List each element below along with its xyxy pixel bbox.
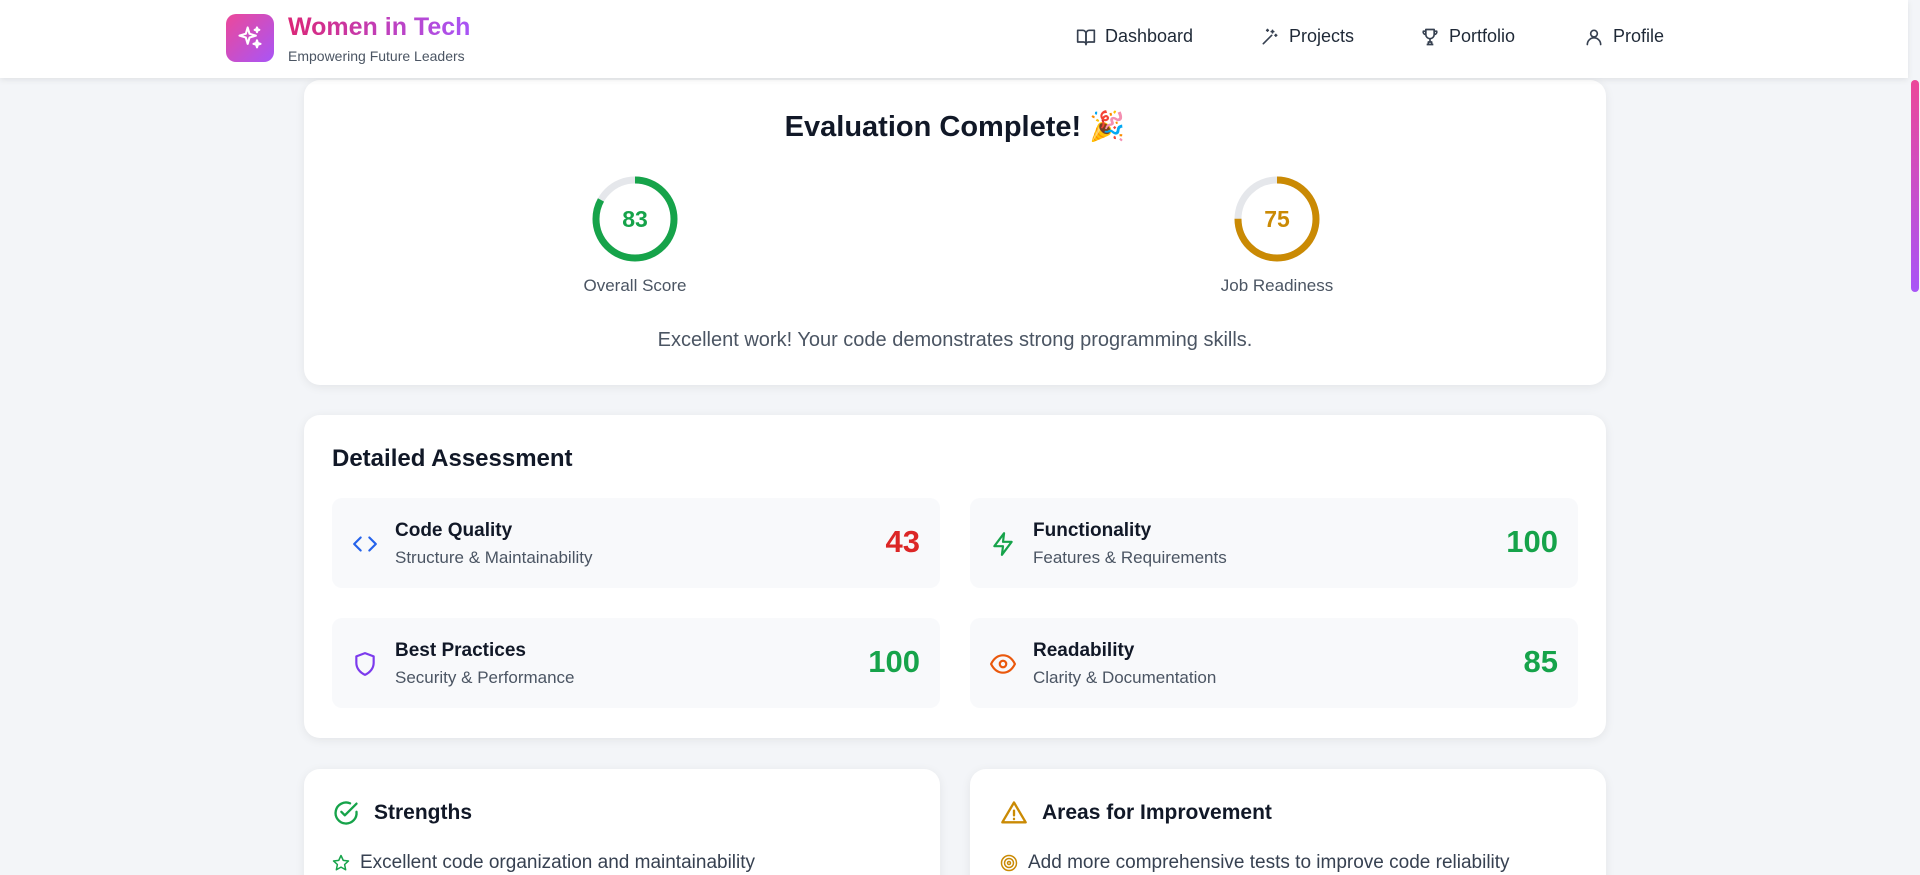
metric-subtitle: Structure & Maintainability: [395, 548, 593, 567]
user-icon: [1586, 28, 1602, 45]
check-circle-icon: [334, 801, 358, 825]
job-readiness-label: Job Readiness: [1220, 276, 1334, 295]
code-icon: [353, 536, 377, 552]
nav-portfolio-label: Portfolio: [1449, 26, 1516, 46]
detailed-assessment-card: Detailed Assessment Code Quality Structu…: [304, 415, 1606, 738]
overall-score-label: Overall Score: [583, 276, 687, 295]
strength-text: Excellent code organization and maintain…: [360, 852, 756, 873]
metric-best-practices: Best Practices Security & Performance 10…: [332, 618, 940, 708]
wand-icon: [1262, 28, 1278, 45]
detailed-assessment-title: Detailed Assessment: [332, 445, 573, 472]
shield-icon: [355, 652, 375, 676]
improvements-title: Areas for Improvement: [1042, 801, 1272, 824]
nav-projects[interactable]: Projects: [1260, 26, 1354, 47]
zap-icon: [993, 532, 1013, 556]
metric-score: 100: [868, 644, 920, 679]
overall-score-ring: 83: [590, 174, 680, 264]
strength-item: Excellent code organization and maintain…: [332, 852, 755, 874]
metric-code-quality: Code Quality Structure & Maintainability…: [332, 498, 940, 588]
metric-name: Readability: [1033, 640, 1135, 661]
metric-name: Code Quality: [395, 520, 513, 541]
scrollbar-track[interactable]: [1908, 0, 1920, 875]
metric-subtitle: Features & Requirements: [1033, 548, 1227, 567]
brand-title[interactable]: Women in Tech: [288, 13, 470, 42]
improvement-item: Add more comprehensive tests to improve …: [1000, 852, 1510, 874]
nav-dashboard[interactable]: Dashboard: [1076, 26, 1193, 47]
metric-name: Functionality: [1033, 520, 1152, 541]
strengths-header: Strengths: [332, 799, 472, 827]
job-readiness-value: 75: [1264, 205, 1290, 232]
brand-subtitle: Empowering Future Leaders: [288, 48, 465, 64]
improvement-text: Add more comprehensive tests to improve …: [1028, 852, 1510, 873]
metric-subtitle: Clarity & Documentation: [1033, 668, 1217, 687]
metric-readability: Readability Clarity & Documentation 85: [970, 618, 1578, 708]
nav-portfolio[interactable]: Portfolio: [1420, 26, 1515, 47]
nav-profile-label: Profile: [1613, 26, 1665, 46]
evaluation-message: Excellent work! Your code demonstrates s…: [657, 329, 1253, 351]
metric-score: 100: [1506, 524, 1558, 559]
metric-name: Best Practices: [395, 640, 526, 661]
metric-subtitle: Security & Performance: [395, 668, 575, 687]
star-icon: [332, 854, 350, 871]
metric-score: 85: [1523, 644, 1558, 679]
metric-score: 43: [885, 524, 920, 559]
strengths-card: Strengths Excellent code organization an…: [304, 769, 940, 875]
strengths-title: Strengths: [374, 801, 473, 824]
improvements-header: Areas for Improvement: [1000, 799, 1272, 827]
job-readiness-ring: 75: [1232, 174, 1322, 264]
nav-projects-label: Projects: [1289, 26, 1355, 46]
eye-icon: [990, 654, 1016, 674]
alert-triangle-icon: [1001, 801, 1027, 824]
book-open-icon: [1076, 29, 1096, 45]
target-icon: [1000, 854, 1018, 872]
nav-dashboard-label: Dashboard: [1105, 26, 1194, 46]
top-header: Women in Tech Empowering Future Leaders …: [0, 0, 1908, 78]
metric-functionality: Functionality Features & Requirements 10…: [970, 498, 1578, 588]
trophy-icon: [1422, 28, 1438, 45]
evaluation-card: Evaluation Complete! 🎉 83 Overall Score …: [304, 80, 1606, 385]
improvements-card: Areas for Improvement Add more comprehen…: [970, 769, 1606, 875]
overall-score-value: 83: [622, 205, 648, 232]
nav-profile[interactable]: Profile: [1584, 26, 1664, 47]
scrollbar-thumb[interactable]: [1911, 80, 1919, 292]
sparkles-icon[interactable]: [226, 14, 274, 62]
evaluation-title: Evaluation Complete! 🎉: [784, 111, 1126, 143]
